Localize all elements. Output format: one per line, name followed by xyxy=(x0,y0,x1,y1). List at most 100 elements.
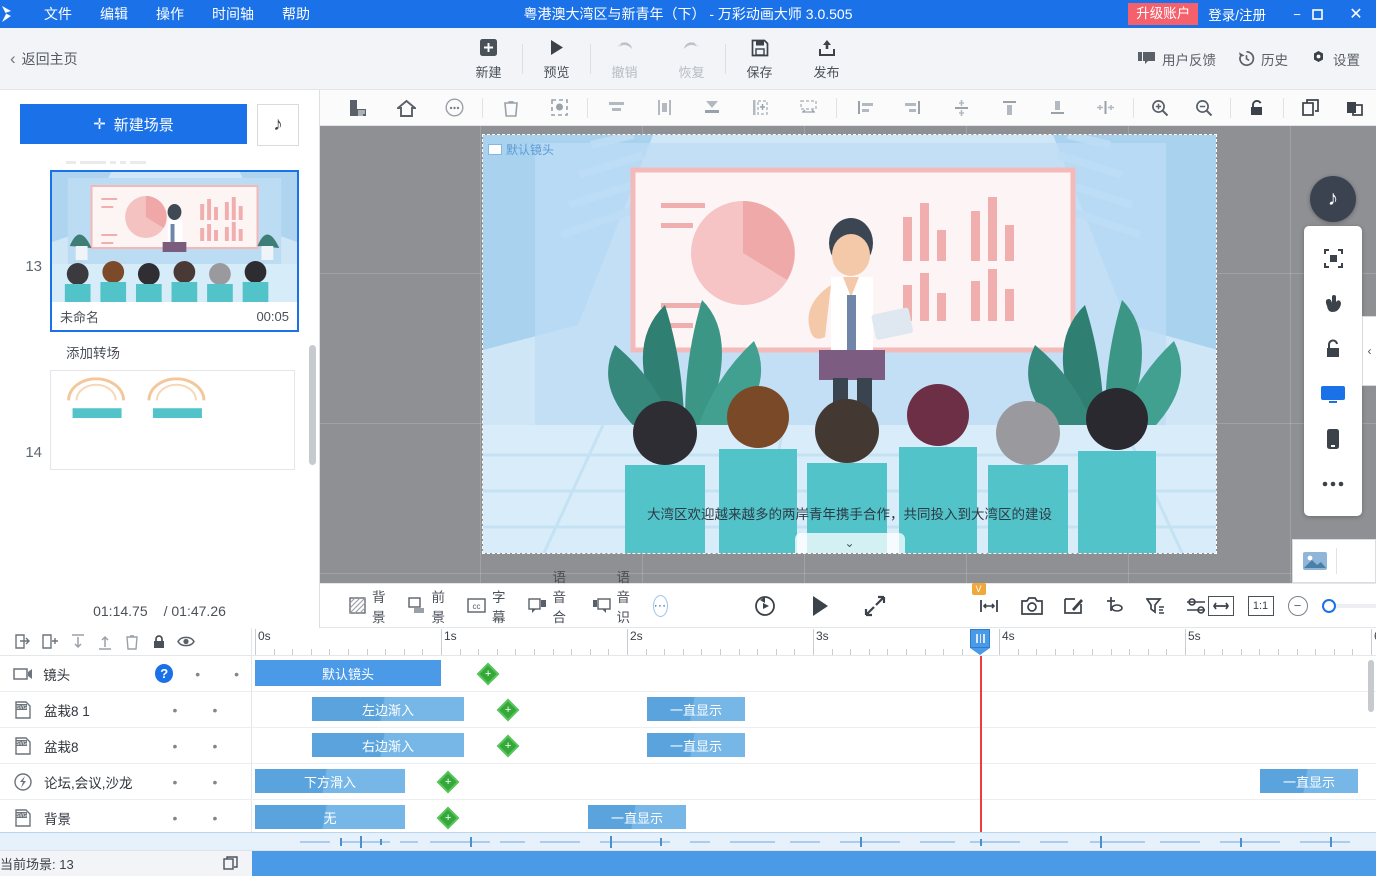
canvas-stage[interactable]: 默认镜头 大湾区欢迎越来越多的两岸青年携手合作，共同投入到大湾区的建设 ⌄ ♪ xyxy=(320,126,1376,583)
timeline-clip[interactable]: 默认镜头 xyxy=(255,660,441,686)
track-lane[interactable]: 默认镜头 + xyxy=(252,656,1376,691)
copy-icon[interactable] xyxy=(1288,91,1332,125)
paste-icon[interactable] xyxy=(1332,91,1376,125)
distribute-horizontal-icon[interactable] xyxy=(1081,91,1129,125)
track-toggle-b[interactable]: • xyxy=(200,774,230,790)
add-transition-button[interactable]: 添加转场 xyxy=(20,334,299,370)
settings-sliders-icon[interactable] xyxy=(1186,597,1208,614)
track-lane[interactable]: 下方滑入 一直显示 + xyxy=(252,764,1376,799)
fit-width-button[interactable] xyxy=(1207,595,1234,616)
filter-icon[interactable] xyxy=(1145,597,1165,615)
timeline-track-row[interactable]: SVG 盆栽8 • • 右边渐入 一直显示 + xyxy=(0,728,1376,764)
timeline-clip[interactable]: 一直显示 xyxy=(647,733,745,757)
select-object-icon[interactable] xyxy=(535,91,583,125)
delete-trash-icon[interactable] xyxy=(118,629,145,655)
canvas-size-icon[interactable] xyxy=(784,91,832,125)
upgrade-account-button[interactable]: 升级账户 xyxy=(1128,2,1199,26)
edit-pencil-icon[interactable] xyxy=(1063,596,1084,615)
scene-card-selected[interactable]: 未命名 00:05 xyxy=(50,170,299,332)
track-toggle-a[interactable]: • xyxy=(160,810,190,826)
align-bottom-edge-icon[interactable] xyxy=(688,91,736,125)
save-button[interactable]: 保存 xyxy=(726,31,793,87)
timeline-clip[interactable]: 一直显示 xyxy=(1260,769,1358,793)
new-folder-icon[interactable] xyxy=(37,629,64,655)
undo-button[interactable]: 撤销 xyxy=(591,31,658,87)
image-thumb-icon[interactable] xyxy=(1302,551,1328,571)
timeline-clip[interactable]: 一直显示 xyxy=(588,805,686,829)
unlock-icon[interactable] xyxy=(1304,326,1362,371)
help-icon[interactable]: ? xyxy=(155,664,174,683)
subtitle-button[interactable]: cc 字幕 xyxy=(456,582,517,630)
align-right-icon[interactable] xyxy=(889,91,937,125)
timeline-track-row[interactable]: 镜头? • • 默认镜头 + xyxy=(0,656,1376,692)
zoom-slider[interactable] xyxy=(1321,598,1376,613)
more-dots-icon[interactable]: ⋯ xyxy=(652,594,668,617)
foreground-button[interactable]: 前景 xyxy=(397,582,457,630)
import-folder-icon[interactable] xyxy=(10,629,37,655)
login-register-link[interactable]: 登录/注册 xyxy=(1208,4,1266,24)
keyframe-marker[interactable]: + xyxy=(436,806,460,830)
more-dots-icon[interactable] xyxy=(430,91,478,125)
align-top-icon[interactable] xyxy=(985,91,1033,125)
more-dots-icon[interactable] xyxy=(1304,461,1362,506)
align-vertical-center-icon[interactable] xyxy=(640,91,688,125)
keyframe-marker[interactable]: + xyxy=(496,734,520,758)
fullscreen-expand-icon[interactable] xyxy=(864,595,886,617)
replay-icon[interactable] xyxy=(754,595,776,617)
ruler-icon[interactable] xyxy=(334,91,382,125)
track-toggle-b[interactable]: • xyxy=(200,738,230,754)
close-button[interactable]: ✕ xyxy=(1342,4,1376,24)
history-button[interactable]: 历史 xyxy=(1238,49,1288,69)
track-toggle-b[interactable]: • xyxy=(200,810,230,826)
panel-expand-handle[interactable]: ‹ xyxy=(1362,316,1376,386)
user-feedback-button[interactable]: 用户反馈 xyxy=(1138,49,1216,69)
track-toggle-a[interactable]: • xyxy=(160,702,190,718)
camera-snapshot-icon[interactable] xyxy=(1020,596,1043,615)
menu-timeline[interactable]: 时间轴 xyxy=(198,0,268,28)
menu-edit[interactable]: 编辑 xyxy=(86,0,142,28)
distribute-vertical-icon[interactable] xyxy=(736,91,784,125)
timeline-clip[interactable]: 一直显示 xyxy=(647,697,745,721)
scene-list-scrollbar[interactable] xyxy=(309,345,316,465)
list-item[interactable]: 14 xyxy=(20,370,299,470)
subtitle-overlay[interactable]: 大湾区欢迎越来越多的两岸青年携手合作，共同投入到大湾区的建设 xyxy=(483,506,1216,525)
audio-waveform-track[interactable] xyxy=(0,832,1376,850)
duplicate-icon[interactable] xyxy=(223,856,238,871)
move-up-icon[interactable] xyxy=(91,629,118,655)
timeline-clip[interactable]: 右边渐入 xyxy=(312,733,464,757)
settings-button[interactable]: 设置 xyxy=(1310,49,1360,69)
lock-icon[interactable] xyxy=(145,629,172,655)
cut-scissors-icon[interactable] xyxy=(1105,596,1125,615)
align-horizontal-center-icon[interactable] xyxy=(592,91,640,125)
back-to-home-button[interactable]: ‹ 返回主页 xyxy=(0,49,78,69)
align-bottom-icon[interactable] xyxy=(1033,91,1081,125)
keyframe-marker[interactable]: + xyxy=(436,770,460,794)
home-icon[interactable] xyxy=(382,91,430,125)
delete-trash-icon[interactable] xyxy=(487,91,535,125)
hand-pan-icon[interactable] xyxy=(1304,281,1362,326)
zoom-in-icon[interactable] xyxy=(1138,91,1182,125)
keyframe-marker[interactable]: + xyxy=(476,662,500,686)
timeline-clip[interactable]: 左边渐入 xyxy=(312,697,464,721)
redo-button[interactable]: 恢复 xyxy=(658,31,725,87)
menu-operations[interactable]: 操作 xyxy=(142,0,198,28)
scene-thumbnail[interactable] xyxy=(50,370,296,470)
new-scene-button[interactable]: ✛ 新建场景 xyxy=(20,104,247,144)
eye-visible-icon[interactable] xyxy=(172,629,199,655)
publish-button[interactable]: 发布 xyxy=(793,31,860,87)
phone-icon[interactable] xyxy=(1304,416,1362,461)
track-lane[interactable]: 右边渐入 一直显示 + xyxy=(252,728,1376,763)
track-toggle-a[interactable]: • xyxy=(160,738,190,754)
align-left-icon[interactable] xyxy=(841,91,889,125)
zoom-out-icon[interactable] xyxy=(1182,91,1226,125)
new-button[interactable]: 新建 xyxy=(455,31,522,87)
slide-canvas[interactable]: 默认镜头 大湾区欢迎越来越多的两岸青年携手合作，共同投入到大湾区的建设 ⌄ xyxy=(482,134,1217,554)
timeline-track-row[interactable]: 论坛,会议,沙龙 • • 下方滑入 一直显示 + xyxy=(0,764,1376,800)
list-item[interactable]: 13 未命名 00:05 xyxy=(20,170,299,332)
preview-button[interactable]: 预览 xyxy=(523,31,590,87)
track-lane[interactable]: 左边渐入 一直显示 + xyxy=(252,692,1376,727)
move-down-icon[interactable] xyxy=(64,629,91,655)
menu-file[interactable]: 文件 xyxy=(30,0,86,28)
distribute-middle-icon[interactable] xyxy=(937,91,985,125)
timeline-scrollbar[interactable] xyxy=(1368,660,1374,712)
